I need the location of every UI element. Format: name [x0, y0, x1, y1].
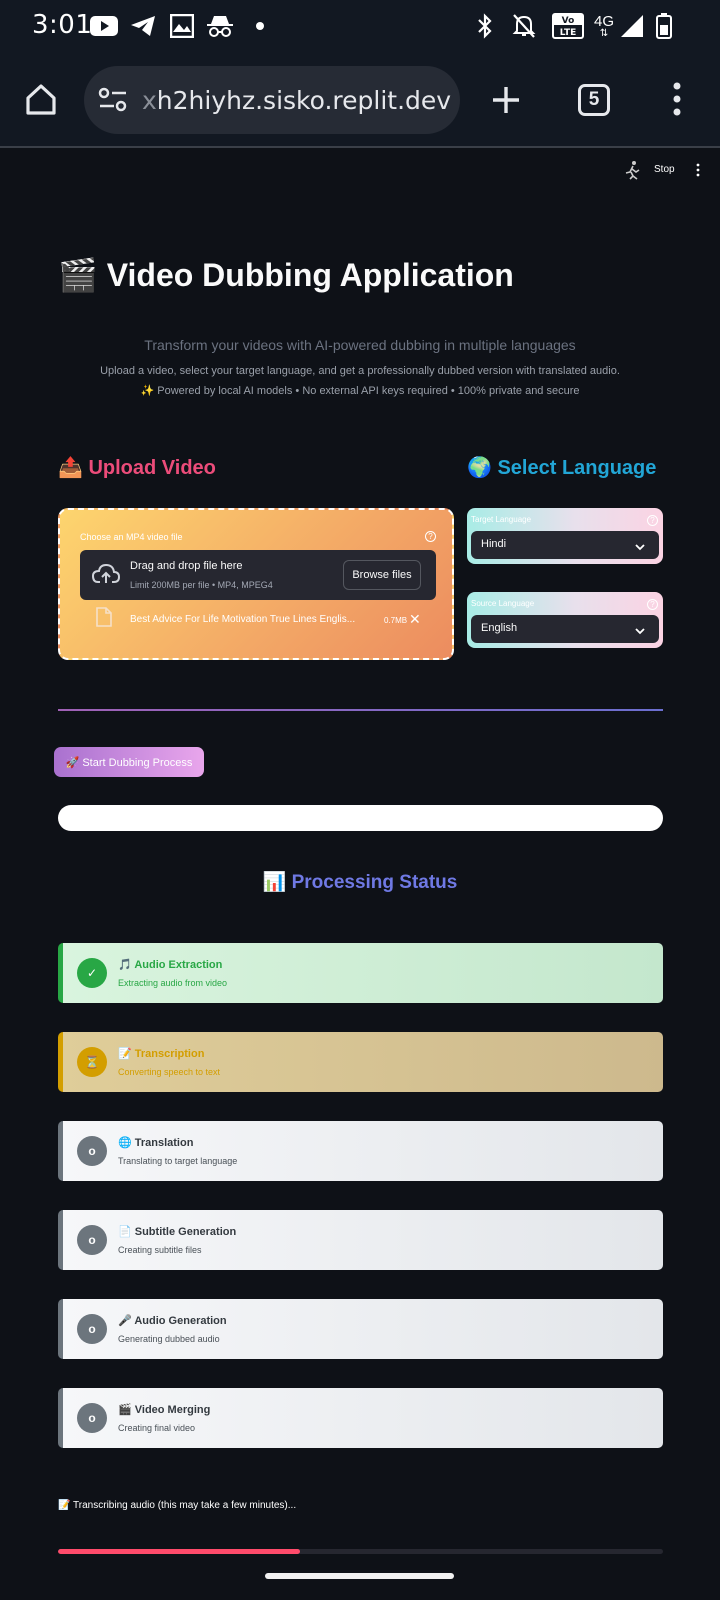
file-uploader-label: Choose an MP4 video file — [80, 532, 183, 542]
new-tab-icon[interactable] — [490, 84, 522, 121]
dropzone-limit: Limit 200MB per file • MP4, MPEG4 — [130, 580, 273, 590]
remove-file-icon[interactable]: ✕ — [409, 611, 421, 628]
url-host: h2hiyhz.sisko.replit.dev — [156, 86, 452, 115]
chevron-down-icon — [635, 539, 645, 557]
progress-bar — [58, 1549, 663, 1554]
step-status-icon: o — [77, 1225, 107, 1255]
more-menu-icon[interactable] — [672, 82, 682, 121]
chevron-down-icon — [635, 623, 645, 641]
step-status-icon: o — [77, 1314, 107, 1344]
page-description: Upload a video, select your target langu… — [100, 365, 620, 377]
browser-toolbar: xh2hiyhz.sisko.replit.dev 5 — [0, 52, 720, 148]
step-title: 🌐 Translation — [118, 1137, 194, 1149]
step-description: Creating final video — [118, 1423, 196, 1433]
section-divider — [58, 709, 663, 711]
stop-button[interactable]: Stop — [654, 164, 675, 175]
uploaded-file-name: Best Advice For Life Motivation True Lin… — [130, 614, 356, 625]
4g-icon: 4G ⇅ — [594, 12, 615, 39]
address-bar[interactable]: xh2hiyhz.sisko.replit.dev — [84, 66, 460, 134]
step-video-merging: o 🎬 Video Merging Creating final video — [58, 1388, 663, 1448]
svg-text:Vo: Vo — [562, 16, 575, 26]
url-text[interactable]: xh2hiyhz.sisko.replit.dev — [142, 86, 451, 115]
step-status-icon: ✓ — [77, 958, 107, 988]
step-status-icon: ⏳ — [77, 1047, 107, 1077]
target-language-value: Hindi — [481, 538, 507, 550]
youtube-icon — [90, 12, 118, 40]
notification-dot-icon — [256, 22, 264, 30]
upload-panel: Choose an MP4 video file ? Drag and drop… — [58, 508, 454, 660]
url-scheme-fade: x — [142, 86, 157, 115]
help-icon[interactable]: ? — [647, 599, 658, 610]
step-status-icon: o — [77, 1403, 107, 1433]
battery-icon — [656, 12, 672, 40]
step-title: 🎵 Audio Extraction — [118, 959, 223, 971]
upload-heading: 📤 Upload Video — [58, 457, 216, 479]
dropzone-title: Drag and drop file here — [130, 560, 243, 572]
tab-switcher-button[interactable]: 5 — [578, 84, 610, 116]
file-icon — [96, 607, 112, 632]
page-title: 🎬 Video Dubbing Application — [58, 257, 514, 293]
running-man-icon — [624, 160, 642, 185]
gesture-home-indicator[interactable] — [265, 1573, 454, 1579]
target-language-card: Target Language ? Hindi — [467, 508, 663, 564]
cloud-upload-icon — [91, 563, 121, 590]
step-description: Creating subtitle files — [118, 1245, 202, 1255]
telegram-icon — [130, 12, 156, 40]
processing-status-text: 📝 Transcribing audio (this may take a fe… — [58, 1500, 297, 1511]
help-icon[interactable]: ? — [647, 515, 658, 526]
step-audio-generation: o 🎤 Audio Generation Generating dubbed a… — [58, 1299, 663, 1359]
source-language-card: Source Language ? English — [467, 592, 663, 648]
step-subtitle-generation: o 📄 Subtitle Generation Creating subtitl… — [58, 1210, 663, 1270]
target-language-label: Target Language — [471, 515, 532, 524]
step-transcription: ⏳ 📝 Transcription Converting speech to t… — [58, 1032, 663, 1092]
network-type-label: 4G — [594, 12, 615, 30]
start-dubbing-button[interactable]: 🚀 Start Dubbing Process — [54, 747, 204, 777]
volte-icon: Vo LTE — [552, 12, 584, 40]
gallery-icon — [170, 12, 194, 40]
step-description: Translating to target language — [118, 1156, 238, 1166]
incognito-icon — [206, 12, 234, 40]
site-settings-icon[interactable] — [98, 86, 128, 119]
file-dropzone[interactable]: Drag and drop file here Limit 200MB per … — [80, 550, 436, 600]
mute-bell-icon — [512, 12, 536, 40]
blank-status-bar — [58, 805, 663, 831]
bluetooth-icon — [476, 12, 494, 40]
source-language-label: Source Language — [471, 599, 535, 608]
page-subtitle: Transform your videos with AI-powered du… — [144, 337, 576, 353]
target-language-select[interactable]: Hindi — [471, 531, 659, 559]
step-title: 📝 Transcription — [118, 1048, 205, 1060]
step-description: Extracting audio from video — [118, 978, 228, 988]
step-audio-extraction: ✓ 🎵 Audio Extraction Extracting audio fr… — [58, 943, 663, 1003]
browse-files-button[interactable]: Browse files — [343, 560, 421, 590]
step-title: 🎤 Audio Generation — [118, 1315, 227, 1327]
step-description: Converting speech to text — [118, 1067, 221, 1077]
signal-icon — [620, 12, 644, 40]
step-translation: o 🌐 Translation Translating to target la… — [58, 1121, 663, 1181]
app-menu-icon[interactable] — [696, 163, 700, 182]
step-status-icon: o — [77, 1136, 107, 1166]
help-icon[interactable]: ? — [425, 531, 436, 542]
status-time: 3:01 — [32, 10, 93, 40]
progress-fill — [58, 1549, 300, 1554]
language-heading: 🌍 Select Language — [467, 457, 657, 479]
step-description: Generating dubbed audio — [118, 1334, 220, 1344]
source-language-value: English — [481, 622, 518, 634]
source-language-select[interactable]: English — [471, 615, 659, 643]
step-title: 🎬 Video Merging — [118, 1404, 211, 1416]
processing-status-heading: 📊 Processing Status — [262, 872, 458, 893]
home-icon[interactable] — [24, 82, 58, 121]
uploaded-file-size: 0.7MB — [384, 616, 408, 625]
svg-text:LTE: LTE — [560, 28, 577, 38]
step-title: 📄 Subtitle Generation — [118, 1226, 237, 1238]
status-bar: 3:01 Vo LTE 4G ⇅ — [0, 0, 720, 52]
powered-by-note: ✨ Powered by local AI models • No extern… — [140, 385, 580, 397]
